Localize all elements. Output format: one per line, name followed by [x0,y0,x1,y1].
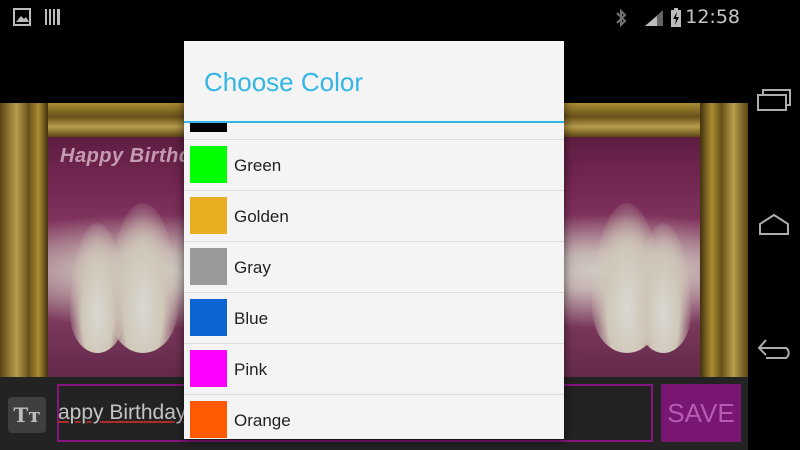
color-swatch [190,197,227,234]
color-option-label: Green [234,156,282,175]
color-option[interactable] [184,123,564,140]
color-swatch [190,299,227,336]
choose-color-dialog: Choose Color Green Golden Gray Blue Pink Oran… [184,41,564,439]
color-option-label: Blue [234,309,269,328]
color-option[interactable]: Green [184,141,564,191]
color-swatch [190,248,227,285]
color-swatch [190,146,227,183]
color-option-label: Orange [234,411,291,430]
color-option[interactable]: Orange [184,396,564,439]
color-option-label: Golden [234,207,289,226]
color-option[interactable]: Gray [184,243,564,293]
color-swatch [190,123,227,132]
color-option[interactable]: Pink [184,345,564,395]
color-option[interactable]: Blue [184,294,564,344]
dialog-title: Choose Color [204,67,363,97]
color-list[interactable]: Green Golden Gray Blue Pink Orange [184,123,564,439]
color-option-label: Pink [234,360,268,379]
color-option[interactable]: Golden [184,192,564,242]
color-swatch [190,401,227,438]
color-option-label: Gray [234,258,271,277]
color-swatch [190,350,227,387]
